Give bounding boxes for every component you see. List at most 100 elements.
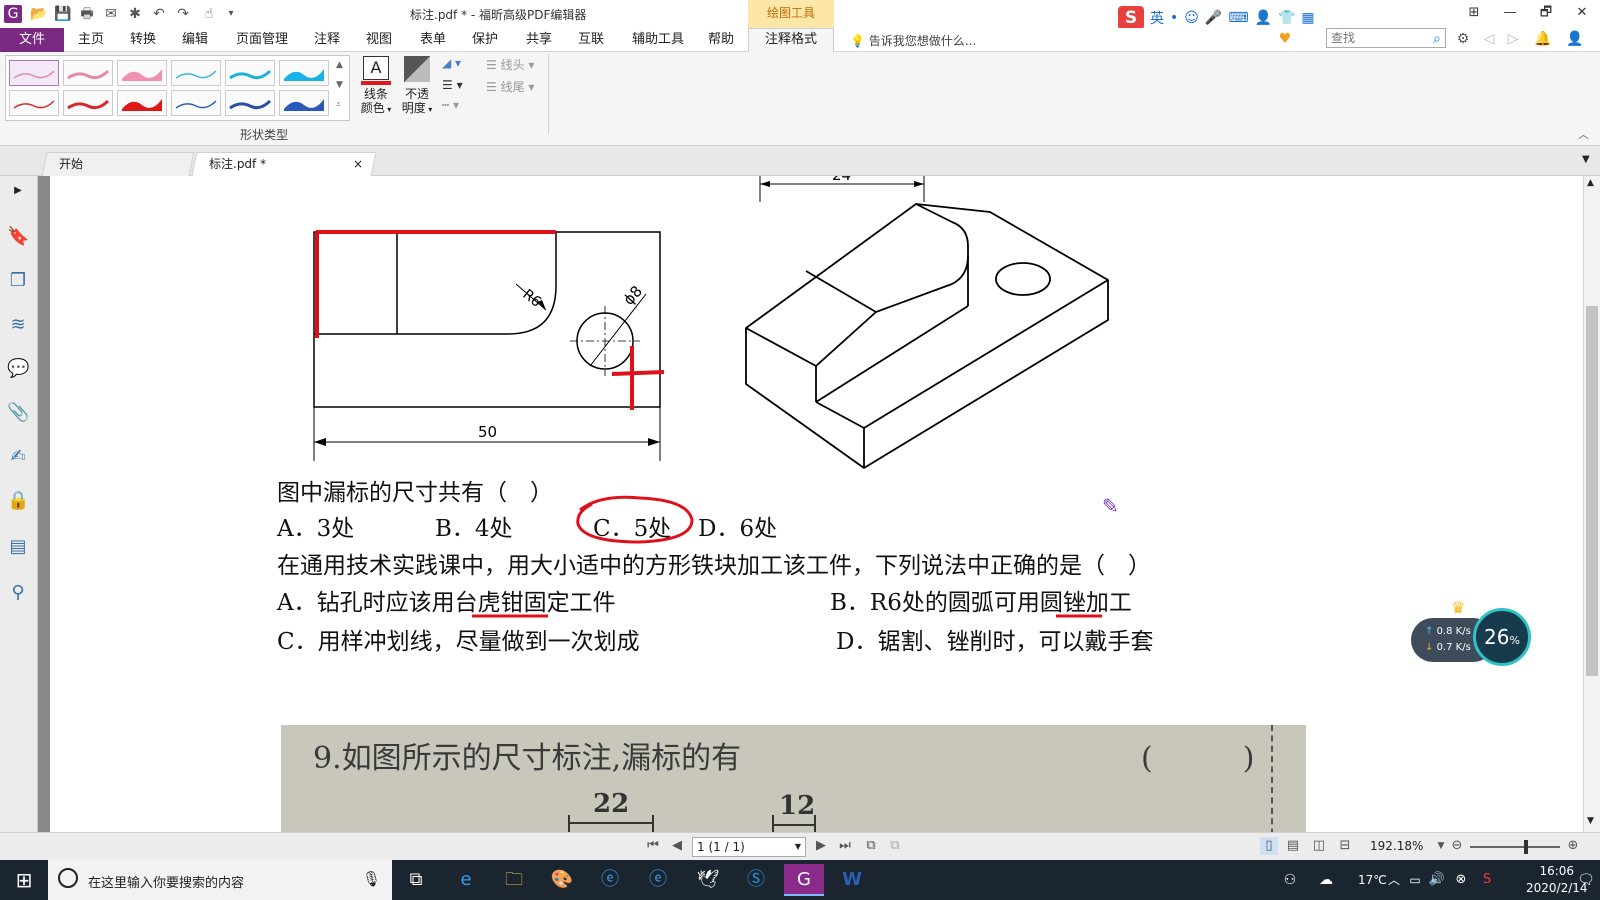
restore-ribbon-button[interactable]: ⊞: [1456, 2, 1492, 24]
bookmark-icon[interactable]: 🔖: [7, 226, 29, 248]
redo-icon[interactable]: ↷: [174, 5, 192, 23]
red-circle-annotation[interactable]: [570, 490, 698, 550]
show-hidden-icons[interactable]: ︿: [1384, 864, 1404, 896]
network-disconnected-icon[interactable]: ⊗: [1450, 864, 1472, 896]
opacity-button[interactable]: 不透 明度 ▾: [398, 56, 436, 117]
shape-swatch[interactable]: [117, 60, 167, 86]
tab-list-icon[interactable]: ▼: [1582, 154, 1590, 165]
tab-close-icon[interactable]: ×: [353, 153, 363, 175]
shape-swatch[interactable]: [9, 90, 59, 116]
feather-app-icon[interactable]: 🕊: [688, 864, 728, 896]
menu-connect[interactable]: 互联: [578, 28, 604, 52]
back-icon[interactable]: ◁: [1480, 30, 1498, 48]
edge-icon[interactable]: e: [446, 864, 486, 896]
shape-swatch[interactable]: [63, 90, 113, 116]
windows-start-icon[interactable]: ⊞: [0, 860, 48, 900]
menu-share[interactable]: 共享: [526, 28, 552, 52]
forward-icon[interactable]: ▷: [1504, 30, 1522, 48]
line-color-button[interactable]: A 线条 颜色 ▾: [358, 56, 394, 117]
shape-swatch[interactable]: [225, 90, 275, 116]
shape-swatch[interactable]: [171, 90, 221, 116]
continuous-page-icon[interactable]: ▤: [1284, 837, 1302, 855]
drawing-tools-context-tab[interactable]: 绘图工具: [748, 0, 834, 28]
menu-form[interactable]: 表单: [420, 28, 446, 52]
pages-icon[interactable]: ❐: [7, 270, 29, 292]
weather-temperature[interactable]: 17℃: [1358, 873, 1387, 887]
ie-icon[interactable]: ⓔ: [590, 864, 630, 896]
maximize-button[interactable]: 🗗: [1528, 2, 1564, 24]
task-view-icon[interactable]: ⧉: [396, 864, 436, 896]
content-icon[interactable]: ▤: [7, 536, 29, 558]
shape-swatch[interactable]: [117, 90, 167, 116]
prev-page-icon[interactable]: ◀: [668, 837, 686, 855]
shape-swatch[interactable]: [63, 60, 113, 86]
collapse-ribbon-icon[interactable]: ︿: [1578, 126, 1589, 142]
tab-start[interactable]: 开始: [41, 152, 195, 176]
facing-page-icon[interactable]: ◫: [1310, 837, 1328, 855]
ime-emoji-icon[interactable]: ☺: [1184, 10, 1199, 26]
first-page-icon[interactable]: ⏮: [644, 837, 662, 855]
red-underline-annotation[interactable]: [1054, 612, 1104, 620]
shape-swatch[interactable]: [225, 60, 275, 86]
print-icon[interactable]: 🖶: [78, 5, 96, 23]
ime-punct-icon[interactable]: •: [1170, 10, 1178, 26]
ime-keyboard-icon[interactable]: ⌨: [1228, 10, 1248, 26]
shape-swatch[interactable]: [171, 60, 221, 86]
shape-swatch[interactable]: [9, 60, 59, 86]
search-user-icon[interactable]: ⚲: [7, 582, 29, 604]
minimize-button[interactable]: —: [1492, 2, 1528, 24]
ie-icon-2[interactable]: ⓔ: [638, 864, 678, 896]
shape-swatch[interactable]: [279, 60, 329, 86]
gallery-scroll-up-icon[interactable]: ▲: [336, 60, 343, 70]
menu-home[interactable]: 主页: [78, 28, 104, 52]
email-icon[interactable]: ✉: [102, 5, 120, 23]
zoom-in-icon[interactable]: ⊕: [1564, 837, 1582, 855]
scroll-up-icon[interactable]: ▲: [1587, 178, 1594, 188]
menu-comment[interactable]: 注释: [314, 28, 340, 52]
paint-icon[interactable]: 🎨: [542, 864, 582, 896]
page-number-select[interactable]: 1 (1 / 1) ▼: [692, 837, 806, 857]
signature-icon[interactable]: ✍: [7, 446, 29, 468]
notifications-icon[interactable]: 🗨: [1576, 864, 1596, 896]
microphone-icon[interactable]: 🎙: [362, 870, 381, 888]
ime-skin-icon[interactable]: 👕: [1278, 10, 1295, 26]
expand-panel-icon[interactable]: ▶: [7, 180, 29, 202]
settings-icon[interactable]: ⚙: [1454, 30, 1472, 48]
menu-view[interactable]: 视图: [366, 28, 392, 52]
sogou-ime-tray-icon[interactable]: S: [1476, 864, 1498, 896]
menu-annotation-format[interactable]: 注释格式: [748, 28, 834, 53]
prev-view-icon[interactable]: ⧉: [862, 837, 880, 855]
line-width-icon[interactable]: ☰ ▾: [442, 78, 463, 92]
customize-toolbar-icon[interactable]: ▾: [222, 5, 240, 23]
line-style-icon[interactable]: ┅ ▾: [442, 98, 459, 112]
hand-tool-icon[interactable]: ☝: [200, 5, 218, 23]
layers-icon[interactable]: ≋: [7, 314, 29, 336]
line-head-button[interactable]: ☰ 线头 ▾: [486, 56, 534, 73]
ime-user-icon[interactable]: 👤: [1255, 10, 1272, 26]
red-underline-annotation[interactable]: [470, 612, 550, 620]
zoom-slider-knob[interactable]: [1524, 840, 1528, 854]
network-speed-widget[interactable]: ↑ 0.8 K/s ↓ 0.7 K/s 26% ♛: [1411, 598, 1531, 668]
menu-page-management[interactable]: 页面管理: [236, 28, 288, 52]
sogou-logo-icon[interactable]: S: [1118, 6, 1144, 30]
menu-file[interactable]: 文件: [0, 28, 64, 52]
ime-lang[interactable]: 英: [1150, 8, 1164, 28]
scroll-down-icon[interactable]: ▼: [1587, 816, 1594, 826]
gallery-scroll-down-icon[interactable]: ▼: [336, 80, 343, 90]
continuous-facing-icon[interactable]: ⊟: [1336, 837, 1354, 855]
heart-icon[interactable]: ♥: [1276, 30, 1294, 48]
fill-color-icon[interactable]: ◢ ▾: [442, 56, 461, 70]
next-view-icon[interactable]: ⧉: [886, 837, 904, 855]
bell-icon[interactable]: 🔔: [1534, 30, 1552, 48]
new-icon[interactable]: ✱: [126, 5, 144, 23]
battery-icon[interactable]: ▭: [1404, 864, 1426, 896]
menu-help[interactable]: 帮助: [708, 28, 734, 52]
save-icon[interactable]: 💾: [54, 5, 72, 23]
people-icon[interactable]: ⚇: [1270, 864, 1310, 896]
volume-icon[interactable]: 🔊: [1426, 864, 1448, 896]
ime-voice-icon[interactable]: 🎤: [1205, 10, 1222, 26]
tell-me-box[interactable]: 💡 告诉我您想做什么...: [850, 32, 976, 49]
ime-toolbox-icon[interactable]: ▦: [1301, 10, 1314, 26]
open-icon[interactable]: 📂: [30, 5, 48, 23]
gallery-expand-icon[interactable]: ⩡: [336, 100, 341, 110]
